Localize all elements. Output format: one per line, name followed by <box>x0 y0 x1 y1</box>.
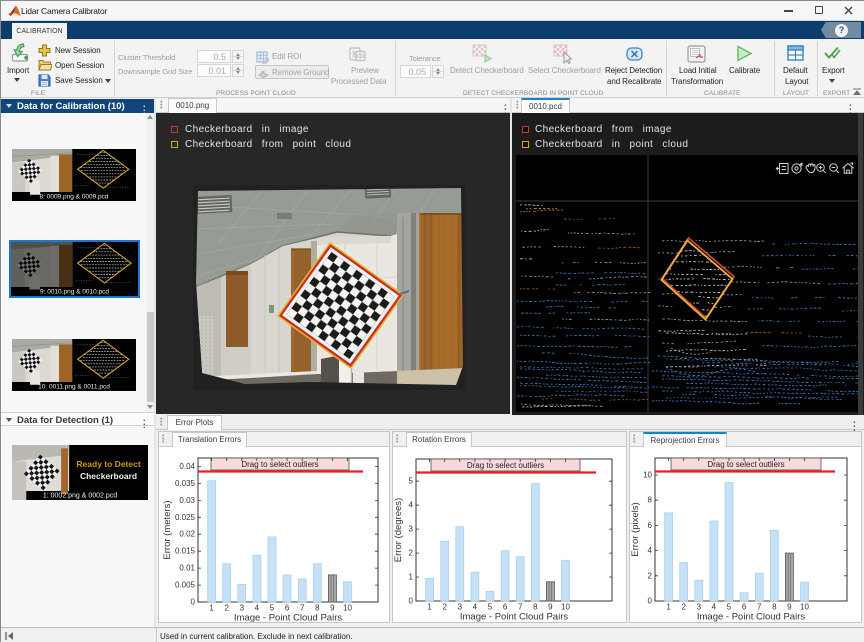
svg-text:10: 10 <box>343 604 352 613</box>
svg-text:Drag to select outliers: Drag to select outliers <box>467 461 544 470</box>
svg-text:5: 5 <box>727 603 732 612</box>
svg-text:4: 4 <box>255 604 260 613</box>
svg-text:2: 2 <box>442 603 447 612</box>
svg-text:6: 6 <box>285 604 290 613</box>
svg-text:4: 4 <box>712 603 717 612</box>
svg-text:7: 7 <box>757 603 762 612</box>
svg-text:2: 2 <box>224 604 229 613</box>
svg-text:Image - Point Cloud Pairs: Image - Point Cloud Pairs <box>697 612 805 623</box>
svg-text:5: 5 <box>409 477 414 486</box>
svg-text:1: 1 <box>666 603 671 612</box>
svg-text:9: 9 <box>787 603 792 612</box>
svg-text:Error (pixels): Error (pixels) <box>630 502 641 556</box>
svg-text:Checkerboard: Checkerboard <box>80 471 137 481</box>
svg-text:10: 10 <box>561 603 570 612</box>
svg-text:Image - Point Cloud Pairs: Image - Point Cloud Pairs <box>460 612 568 623</box>
svg-text:8: 0009.png & 0009.pcd: 8: 0009.png & 0009.pcd <box>39 194 108 201</box>
svg-text:8: 8 <box>648 496 653 505</box>
svg-text:3: 3 <box>409 525 414 534</box>
svg-text:1: 1 <box>427 603 432 612</box>
svg-text:8: 8 <box>315 604 320 613</box>
svg-text:0.01: 0.01 <box>179 564 195 573</box>
svg-text:3: 3 <box>240 604 245 613</box>
svg-text:10: 10 <box>800 603 809 612</box>
svg-text:0: 0 <box>409 597 414 606</box>
svg-text:10: 0011.png & 0011.pcd: 10: 0011.png & 0011.pcd <box>38 384 110 391</box>
svg-text:1: 1 <box>209 604 214 613</box>
svg-text:Drag to select outliers: Drag to select outliers <box>707 460 784 469</box>
svg-text:9: 0010.png & 0010.pcd: 9: 0010.png & 0010.pcd <box>40 289 109 296</box>
svg-text:10: 10 <box>643 471 652 480</box>
svg-text:4: 4 <box>648 546 653 555</box>
svg-text:2: 2 <box>648 571 653 580</box>
svg-text:0.02: 0.02 <box>179 530 195 539</box>
svg-text:1: 1 <box>409 573 414 582</box>
svg-text:6: 6 <box>503 603 508 612</box>
svg-text:5: 5 <box>488 603 493 612</box>
svg-text:0.025: 0.025 <box>175 513 196 522</box>
svg-text:0.005: 0.005 <box>175 581 196 590</box>
svg-text:Drag to select outliers: Drag to select outliers <box>241 460 318 469</box>
svg-text:Image - Point Cloud Pairs: Image - Point Cloud Pairs <box>234 613 342 623</box>
svg-text:6: 6 <box>742 603 747 612</box>
svg-text:8: 8 <box>533 603 538 612</box>
svg-text:6: 6 <box>648 521 653 530</box>
svg-text:3: 3 <box>697 603 702 612</box>
svg-text:0.03: 0.03 <box>179 496 195 505</box>
svg-text:7: 7 <box>300 604 305 613</box>
svg-text:0.015: 0.015 <box>175 547 196 556</box>
svg-text:4: 4 <box>409 501 414 510</box>
svg-text:2: 2 <box>409 549 414 558</box>
svg-text:9: 9 <box>548 603 553 612</box>
svg-text:0.04: 0.04 <box>179 462 195 471</box>
svg-text:Error (meters): Error (meters) <box>162 500 173 559</box>
svg-text:0: 0 <box>648 597 653 606</box>
svg-text:5: 5 <box>270 604 275 613</box>
svg-text:1: 0002.png & 0002.pcd: 1: 0002.png & 0002.pcd <box>43 493 117 500</box>
svg-text:9: 9 <box>330 604 335 613</box>
svg-text:4: 4 <box>473 603 478 612</box>
svg-text:7: 7 <box>518 603 523 612</box>
svg-text:0: 0 <box>191 598 196 607</box>
svg-text:Error (degrees): Error (degrees) <box>393 498 404 562</box>
svg-text:0.035: 0.035 <box>175 479 196 488</box>
svg-text:2: 2 <box>681 603 686 612</box>
svg-text:8: 8 <box>772 603 777 612</box>
svg-text:3: 3 <box>458 603 463 612</box>
svg-text:Ready to Detect: Ready to Detect <box>76 459 140 469</box>
